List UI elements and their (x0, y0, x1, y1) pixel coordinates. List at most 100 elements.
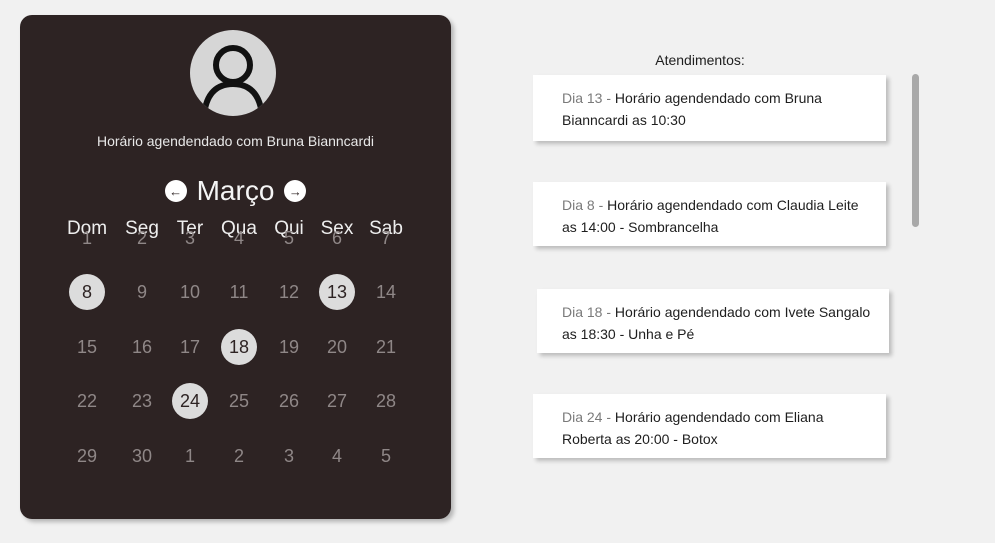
calendar-day-number: 1 (81, 227, 92, 248)
calendar-day-number: 27 (326, 390, 348, 411)
appointment-separator: - (602, 409, 615, 425)
appointment-card[interactable]: Dia 18 - Horário agendendado com Ivete S… (537, 289, 889, 353)
user-icon (201, 45, 265, 116)
calendar-day-number: 1 (184, 445, 195, 466)
next-month-button[interactable]: → (284, 180, 307, 202)
appointment-card[interactable]: Dia 24 - Horário agendendado com Eliana … (533, 394, 886, 458)
calendar-day-number: 9 (136, 281, 147, 302)
calendar-day-number: 15 (76, 336, 98, 357)
calendar-day[interactable]: 16 (122, 327, 162, 367)
calendar-day[interactable]: 26 (269, 381, 309, 421)
calendar-day[interactable]: 10 (170, 272, 210, 312)
calendar-day[interactable]: 2 (219, 436, 259, 476)
calendar-day[interactable]: 5 (366, 436, 406, 476)
appointment-separator: - (602, 304, 615, 320)
calendar-day[interactable]: 1 (67, 218, 107, 258)
appointment-day: Dia 8 (562, 197, 595, 213)
calendar-day-number: 10 (179, 281, 201, 302)
calendar-week: 29 30 1 2 3 4 5 (60, 436, 407, 476)
calendar-day-number: 5 (380, 445, 391, 466)
calendar-day[interactable]: 27 (317, 381, 357, 421)
appointment-day: Dia 24 (562, 409, 603, 425)
month-label: Março (196, 175, 275, 206)
appointment-card[interactable]: Dia 8 - Horário agendendado com Claudia … (533, 182, 886, 246)
calendar-day-number: 7 (380, 227, 391, 248)
appointment-day: Dia 18 (562, 304, 603, 320)
calendar-day-number: 4 (331, 445, 342, 466)
calendar-day-booked[interactable]: 24 (170, 381, 210, 421)
calendar-day[interactable]: 19 (269, 327, 309, 367)
calendar-panel: Horário agendendado com Bruna Bianncardi… (20, 15, 451, 519)
calendar-week: 1 2 3 4 5 6 7 (60, 218, 407, 258)
calendar-day[interactable]: 15 (67, 327, 107, 367)
calendar-day-number: 22 (76, 390, 98, 411)
calendar-day-number: 13 (319, 274, 355, 310)
calendar-day[interactable]: 14 (366, 272, 406, 312)
calendar-day-number: 4 (233, 227, 244, 248)
calendar-day[interactable]: 22 (67, 381, 107, 421)
calendar-day[interactable]: 11 (219, 272, 259, 312)
calendar-day-number: 5 (283, 227, 294, 248)
calendar-day[interactable]: 17 (170, 327, 210, 367)
calendar-day-number: 26 (278, 390, 300, 411)
prev-month-button[interactable]: ← (164, 180, 187, 202)
calendar-day[interactable]: 30 (122, 436, 162, 476)
calendar-day-number: 2 (233, 445, 244, 466)
calendar-day[interactable]: 29 (67, 436, 107, 476)
calendar-day-number: 12 (278, 281, 300, 302)
calendar-day[interactable]: 4 (219, 218, 259, 258)
arrow-left-icon: ← (169, 183, 183, 199)
calendar-day-number: 6 (331, 227, 342, 248)
calendar-day-number: 20 (326, 336, 348, 357)
calendar-day[interactable]: 3 (170, 218, 210, 258)
calendar-day-number: 2 (136, 227, 147, 248)
calendar-week: 15 16 17 18 19 20 21 (60, 327, 407, 367)
calendar-day[interactable]: 1 (170, 436, 210, 476)
avatar (190, 30, 276, 116)
calendar-day[interactable]: 21 (366, 327, 406, 367)
calendar-day-number: 14 (375, 281, 397, 302)
appointment-card[interactable]: Dia 13 - Horário agendendado com Bruna B… (533, 75, 886, 141)
calendar-day-number: 28 (375, 390, 397, 411)
calendar-day-booked[interactable]: 18 (219, 327, 259, 367)
appointment-text: Horário agendendado com Claudia Leite as… (562, 197, 859, 235)
calendar-day[interactable]: 7 (366, 218, 406, 258)
calendar-day[interactable]: 6 (317, 218, 357, 258)
calendar-day-number: 30 (131, 445, 153, 466)
appointment-separator: - (602, 90, 615, 106)
calendar-day-number: 24 (172, 383, 208, 419)
calendar-day[interactable]: 9 (122, 272, 162, 312)
calendar-day[interactable]: 2 (122, 218, 162, 258)
calendar-week: 22 23 24 25 26 27 28 (60, 381, 407, 421)
calendar-day[interactable]: 5 (269, 218, 309, 258)
appointments-title: Atendimentos: (655, 52, 745, 68)
calendar-day-number: 8 (69, 274, 105, 310)
month-navigation: ← Março → (20, 173, 451, 209)
calendar-day-number: 23 (131, 390, 153, 411)
calendar-day[interactable]: 4 (317, 436, 357, 476)
calendar-day-number: 3 (184, 227, 195, 248)
calendar-day-number: 3 (283, 445, 294, 466)
calendar-day-number: 17 (179, 336, 201, 357)
calendar-day-number: 25 (228, 390, 250, 411)
calendar-day[interactable]: 3 (269, 436, 309, 476)
calendar-day-number: 18 (221, 329, 257, 365)
calendar-day-number: 21 (375, 336, 397, 357)
calendar-day-number: 19 (278, 336, 300, 357)
calendar-day[interactable]: 23 (122, 381, 162, 421)
arrow-right-icon: → (288, 183, 302, 199)
appointment-separator: - (594, 197, 608, 213)
calendar-day-number: 11 (229, 281, 249, 302)
calendar-day-booked[interactable]: 13 (317, 272, 357, 312)
appointments-scrollbar[interactable] (912, 74, 919, 227)
calendar-day[interactable]: 25 (219, 381, 259, 421)
calendar-day-booked[interactable]: 8 (67, 272, 107, 312)
appointment-day: Dia 13 (562, 90, 603, 106)
profile-title: Horário agendendado com Bruna Bianncardi (96, 133, 375, 149)
calendar-day[interactable]: 20 (317, 327, 357, 367)
calendar-day-number: 29 (76, 445, 98, 466)
calendar-day[interactable]: 28 (366, 381, 406, 421)
calendar-day-number: 16 (131, 336, 153, 357)
calendar-week: 8 9 10 11 12 13 14 (60, 272, 407, 312)
calendar-day[interactable]: 12 (269, 272, 309, 312)
